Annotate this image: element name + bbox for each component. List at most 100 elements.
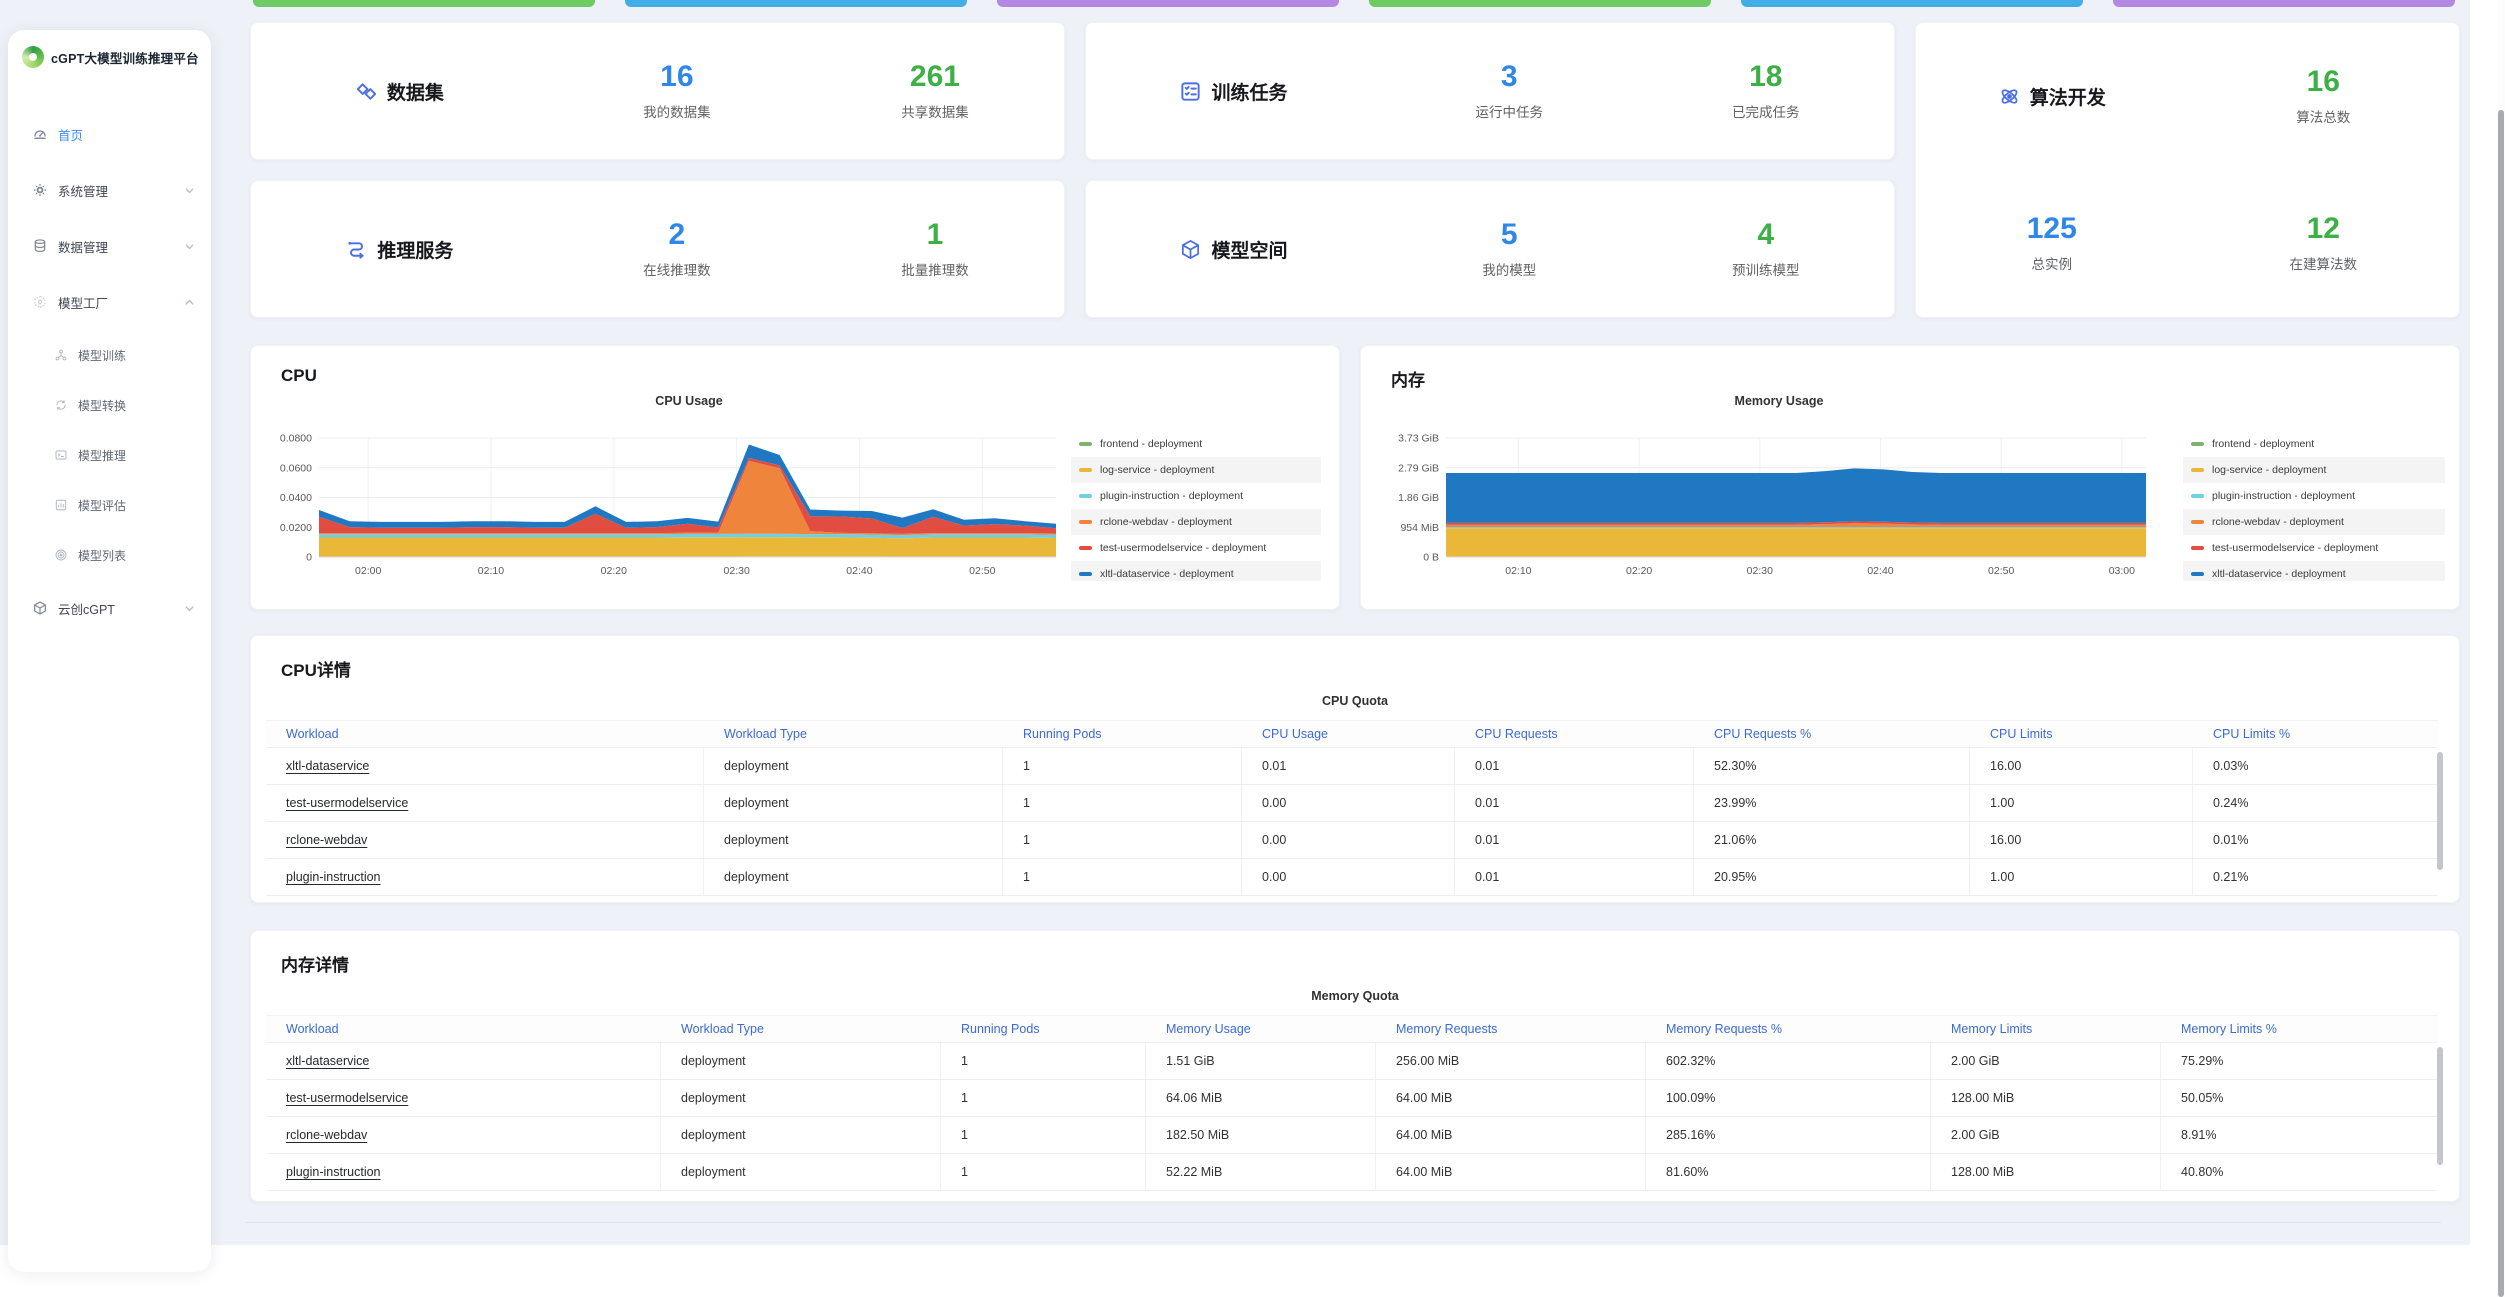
legend-label: rclone-webdav - deployment (2212, 516, 2344, 528)
column-header[interactable]: Memory Requests (1376, 1016, 1646, 1042)
table-cell: 81.60% (1646, 1154, 1931, 1190)
svg-text:02:20: 02:20 (1626, 565, 1652, 577)
legend-item-test-usermodelservice[interactable]: test-usermodelservice - deployment (1071, 535, 1321, 561)
column-header[interactable]: Memory Usage (1146, 1016, 1376, 1042)
sidebar-item-system-management[interactable]: 系统管理 (8, 162, 211, 218)
table-cell: 16.00 (1970, 822, 2193, 858)
page-scrollbar-thumb[interactable] (2498, 110, 2504, 1297)
convert-icon (54, 397, 68, 413)
table-cell: 0.03% (2193, 748, 2438, 784)
column-header[interactable]: Memory Requests % (1646, 1016, 1931, 1042)
workload-link[interactable]: rclone-webdav (286, 1128, 367, 1142)
svg-text:0.0200: 0.0200 (280, 522, 312, 534)
table-cell: 50.05% (2161, 1080, 2438, 1116)
column-header[interactable]: Memory Limits (1931, 1016, 2161, 1042)
workload-link[interactable]: xltl-dataservice (286, 1054, 369, 1068)
legend-swatch (1079, 546, 1092, 550)
my-models-stat: 5 我的模型 (1381, 220, 1638, 279)
memory-table-scrollbar[interactable] (2437, 1047, 2443, 1165)
table-cell: 0.00 (1242, 859, 1455, 895)
sidebar-item-yunchuang-cgpt[interactable]: 云创cGPT (8, 580, 211, 636)
total-instances-label: 总实例 (1916, 253, 2188, 273)
legend-swatch (2191, 442, 2204, 446)
workload-link[interactable]: rclone-webdav (286, 833, 367, 847)
table-cell: 64.00 MiB (1376, 1080, 1646, 1116)
sidebar-item-model-conversion[interactable]: 模型转换 (8, 380, 211, 430)
table-cell: 64.06 MiB (1146, 1080, 1376, 1116)
sidebar-item-label: 模型转换 (78, 397, 126, 414)
legend-item-rclone-webdav[interactable]: rclone-webdav - deployment (1071, 509, 1321, 535)
training-tasks-card[interactable]: 训练任务 3 运行中任务 18 已完成任务 (1085, 22, 1895, 160)
table-cell: 0.01 (1455, 785, 1694, 821)
legend-item-frontend[interactable]: frontend - deployment (1071, 431, 1321, 457)
cpu-table-scrollbar[interactable] (2437, 752, 2443, 870)
legend-label: xltl-dataservice - deployment (1100, 568, 1234, 580)
table-cell: 20.95% (1694, 859, 1970, 895)
column-header[interactable]: Workload Type (704, 721, 1003, 747)
algorithm-dev-card[interactable]: 算法开发 16 算法总数 125 总实例 12 在建算法数 (1915, 22, 2460, 318)
sidebar-item-data-management[interactable]: 数据管理 (8, 218, 211, 274)
sidebar-item-model-inference[interactable]: 模型推理 (8, 430, 211, 480)
sidebar-item-model-evaluation[interactable]: 模型评估 (8, 480, 211, 530)
workload-link[interactable]: xltl-dataservice (286, 759, 369, 773)
total-algorithms-stat: 16 算法总数 (2188, 67, 2460, 126)
chevron-down-icon (184, 185, 195, 196)
column-header[interactable]: CPU Requests % (1694, 721, 1970, 747)
in-progress-algorithms-stat: 12 在建算法数 (2188, 214, 2460, 273)
total-algorithms-label: 算法总数 (2188, 106, 2460, 126)
memory-usage-chart[interactable]: 02:1002:2002:3002:4002:5003:003.73 GiB2.… (1369, 416, 2249, 591)
column-header[interactable]: Workload Type (661, 1016, 941, 1042)
legend-item-xltl-dataservice[interactable]: xltl-dataservice - deployment (1071, 561, 1321, 581)
legend-item-frontend[interactable]: frontend - deployment (2183, 431, 2445, 457)
legend-label: frontend - deployment (2212, 438, 2314, 450)
table-cell: 256.00 MiB (1376, 1043, 1646, 1079)
sidebar-item-model-list[interactable]: 模型列表 (8, 530, 211, 580)
workload-link[interactable]: test-usermodelservice (286, 796, 408, 810)
workload-link[interactable]: plugin-instruction (286, 870, 381, 884)
legend-item-plugin-instruction[interactable]: plugin-instruction - deployment (2183, 483, 2445, 509)
table-row: plugin-instructiondeployment10.000.0120.… (266, 859, 2438, 896)
chart-frame-icon (54, 497, 68, 513)
column-header[interactable]: Workload (266, 721, 704, 747)
legend-item-log-service[interactable]: log-service - deployment (1071, 457, 1321, 483)
column-header[interactable]: Running Pods (1003, 721, 1242, 747)
legend-item-log-service[interactable]: log-service - deployment (2183, 457, 2445, 483)
sidebar-item-model-factory[interactable]: 模型工厂 (8, 274, 211, 330)
memory-chart-card: 内存 Memory Usage 02:1002:2002:3002:4002:5… (1360, 345, 2460, 610)
legend-label: xltl-dataservice - deployment (2212, 568, 2346, 580)
legend-label: log-service - deployment (1100, 464, 1214, 476)
inference-service-card[interactable]: 推理服务 2 在线推理数 1 批量推理数 (250, 180, 1065, 318)
table-cell: 16.00 (1970, 748, 2193, 784)
legend-item-test-usermodelservice[interactable]: test-usermodelservice - deployment (2183, 535, 2445, 561)
completed-tasks-value: 18 (1638, 62, 1895, 92)
column-header[interactable]: Running Pods (941, 1016, 1146, 1042)
sidebar-item-home[interactable]: 首页 (8, 106, 211, 162)
column-header[interactable]: Memory Limits % (2161, 1016, 2438, 1042)
model-space-card[interactable]: 模型空间 5 我的模型 4 预训练模型 (1085, 180, 1895, 318)
legend-swatch (1079, 468, 1092, 472)
column-header[interactable]: CPU Requests (1455, 721, 1694, 747)
algorithm-dev-card-label: 算法开发 (2030, 83, 2106, 110)
workload-link[interactable]: test-usermodelservice (286, 1091, 408, 1105)
workload-link[interactable]: plugin-instruction (286, 1165, 381, 1179)
molecule-icon (54, 347, 68, 363)
column-header[interactable]: CPU Usage (1242, 721, 1455, 747)
cpu-usage-chart[interactable]: 02:0002:1002:2002:3002:4002:500.08000.06… (259, 416, 1139, 591)
column-header[interactable]: Workload (266, 1016, 661, 1042)
shared-datasets-stat: 261 共享数据集 (806, 62, 1064, 121)
cube-outline-icon (1179, 238, 1202, 261)
table-cell: deployment (704, 785, 1003, 821)
svg-text:0: 0 (306, 552, 312, 564)
table-row: test-usermodelservicedeployment164.06 Mi… (266, 1080, 2438, 1117)
column-header[interactable]: CPU Limits % (2193, 721, 2438, 747)
dataset-card[interactable]: 数据集 16 我的数据集 261 共享数据集 (250, 22, 1065, 160)
legend-item-plugin-instruction[interactable]: plugin-instruction - deployment (1071, 483, 1321, 509)
sidebar-item-model-training[interactable]: 模型训练 (8, 330, 211, 380)
legend-item-xltl-dataservice[interactable]: xltl-dataservice - deployment (2183, 561, 2445, 581)
column-header[interactable]: CPU Limits (1970, 721, 2193, 747)
pretrained-models-label: 预训练模型 (1638, 259, 1895, 279)
table-cell: 23.99% (1694, 785, 1970, 821)
chevron-up-icon (184, 297, 195, 308)
legend-item-rclone-webdav[interactable]: rclone-webdav - deployment (2183, 509, 2445, 535)
scrolled-card-bottom (997, 0, 1339, 7)
